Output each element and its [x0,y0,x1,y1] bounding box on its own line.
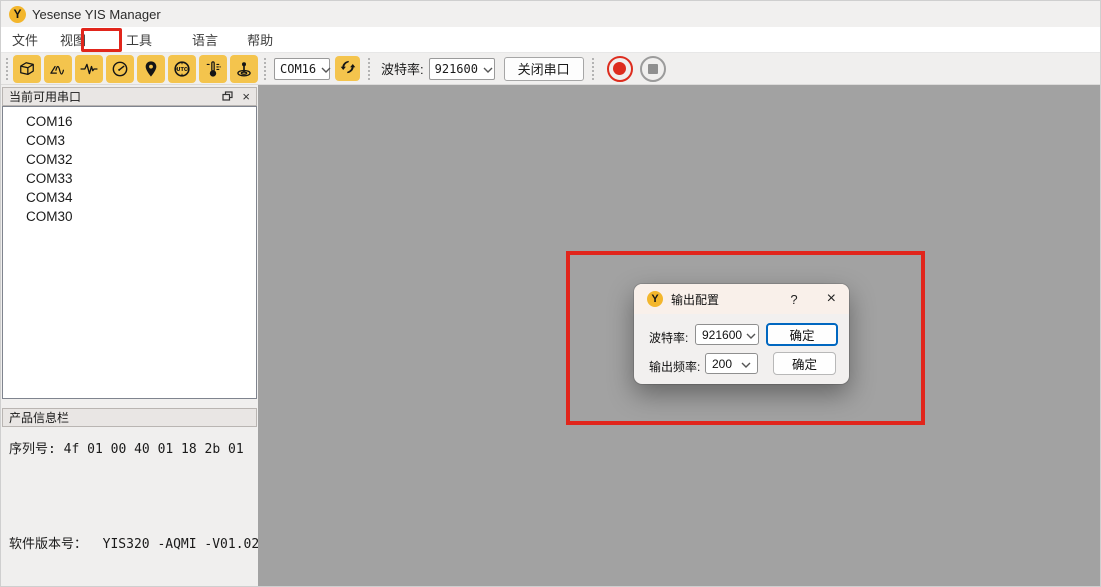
baud-rate-select[interactable]: 921600 [429,58,495,80]
temperature-button[interactable] [199,55,227,83]
close-panel-button[interactable]: × [242,90,250,103]
attitude-cube-button[interactable] [13,55,41,83]
ports-panel-title: 当前可用串口 [9,88,81,105]
chevron-down-icon [478,62,493,76]
float-panel-button[interactable] [222,90,233,103]
software-version-line: 软件版本号： YIS320 -AQMI -V01.02.03; [9,533,291,552]
angle-wave-button[interactable] [44,55,72,83]
chevron-down-icon [737,357,751,371]
dialog-help-button[interactable]: ? [790,292,797,307]
baud-rate-value: 921600 [435,62,478,76]
cube-icon [17,59,37,79]
serial-port-list: COM16 COM3 COM32 COM33 COM34 COM30 [2,106,257,399]
sync-arrows-icon [339,58,357,79]
product-info-panel: 序列号: 4f 01 00 40 01 18 2b 01 软件版本号： YIS3… [1,427,258,587]
serial-number-label: 序列号: [9,442,64,457]
serial-port-item[interactable]: COM30 [3,207,256,226]
window-title: Yesense YIS Manager [32,7,161,22]
dialog-baud-label: 波特率: [649,329,688,346]
chevron-down-icon [316,62,331,76]
dialog-freq-select[interactable]: 200 [705,353,758,374]
output-config-dialog: Y 输出配置 ? × 波特率: 921600 确定 输出频率: 200 确定 [634,284,849,384]
menu-bar: 文件 视图 工具 语言 帮助 [1,27,1100,53]
angle-waveform-icon [48,59,68,79]
title-bar: Y Yesense YIS Manager [1,1,1100,27]
gauge-button[interactable] [106,55,134,83]
gauge-icon [110,59,130,79]
serial-port-item[interactable]: COM3 [3,131,256,150]
app-window: Y Yesense YIS Manager 文件 视图 工具 语言 帮助 UTC [0,0,1101,587]
port-select-value: COM16 [280,62,316,76]
menu-item-help[interactable]: 帮助 [236,27,284,52]
record-button[interactable] [607,56,633,82]
dialog-title-bar: Y 输出配置 ? × [634,284,849,314]
port-select[interactable]: COM16 [274,58,330,80]
dialog-baud-select[interactable]: 921600 [695,324,759,345]
dialog-logo-icon: Y [647,291,663,307]
dialog-title: 输出配置 [671,291,790,308]
info-panel-header: 产品信息栏 [2,408,257,427]
serial-port-item[interactable]: COM32 [3,150,256,169]
dialog-freq-confirm-button[interactable]: 确定 [773,352,836,375]
serial-number-line: 序列号: 4f 01 00 40 01 18 2b 01 [9,438,244,457]
menu-item-view[interactable]: 视图 [49,27,97,52]
close-serial-port-button[interactable]: 关闭串口 [504,57,584,81]
stop-icon [648,64,658,74]
dialog-baud-confirm-button[interactable]: 确定 [766,323,838,346]
utc-clock-icon: UTC [172,59,192,79]
utc-time-button[interactable]: UTC [168,55,196,83]
toolbar: UTC COM16 波特率: 921600 关闭串口 [1,53,1100,85]
menu-item-file[interactable]: 文件 [1,27,49,52]
svg-text:UTC: UTC [176,66,187,72]
dialog-freq-value: 200 [712,357,737,371]
serial-port-item[interactable]: COM34 [3,188,256,207]
dialog-body: 波特率: 921600 确定 输出频率: 200 确定 [634,314,849,384]
app-logo-icon: Y [9,6,26,23]
toolbar-drag-handle[interactable] [592,58,596,80]
serial-number-value: 4f 01 00 40 01 18 2b 01 [64,442,244,457]
pulse-waveform-icon [79,59,99,79]
chevron-down-icon [742,328,756,342]
toolbar-drag-handle[interactable] [6,58,10,80]
software-version-label: 软件版本号： [9,537,103,552]
baud-rate-label: 波特率: [381,59,424,78]
menu-item-tools[interactable]: 工具 [115,27,163,52]
location-pin-icon [141,59,161,79]
ports-panel-header: 当前可用串口 × [2,87,257,106]
undock-icon [222,90,233,103]
toolbar-drag-handle[interactable] [264,58,268,80]
serial-port-item[interactable]: COM16 [3,112,256,131]
refresh-ports-button[interactable] [335,56,360,81]
menu-item-language[interactable]: 语言 [181,27,229,52]
joystick-icon [234,59,254,79]
location-button[interactable] [137,55,165,83]
dialog-close-button[interactable]: × [827,291,836,307]
thermometer-icon [203,59,223,79]
dialog-baud-value: 921600 [702,328,742,342]
dialog-freq-label: 输出频率: [649,358,700,375]
raw-wave-button[interactable] [75,55,103,83]
serial-port-item[interactable]: COM33 [3,169,256,188]
left-dock-area: 当前可用串口 × COM16 COM3 COM32 COM33 COM34 CO… [1,85,258,587]
info-panel-title: 产品信息栏 [9,409,69,426]
close-icon: × [242,90,250,103]
pose-button[interactable] [230,55,258,83]
stop-button[interactable] [640,56,666,82]
record-icon [613,62,626,75]
toolbar-drag-handle[interactable] [368,58,372,80]
